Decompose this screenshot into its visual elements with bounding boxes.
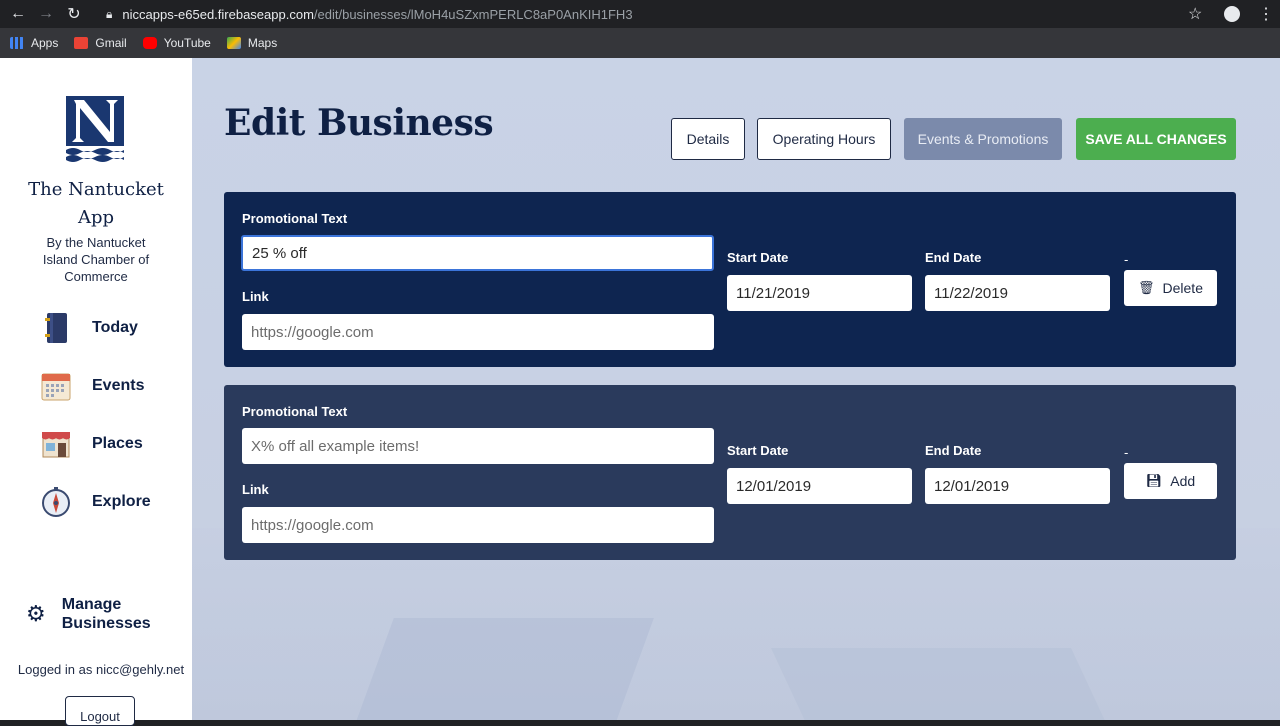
bookmark-label: Apps (31, 36, 59, 50)
gear-icon: ⚙ (26, 601, 46, 626)
page-title: Edit Business (224, 102, 494, 144)
action-label: - (1124, 445, 1129, 460)
url-host: niccapps-e65ed.firebaseapp.com (122, 6, 314, 22)
delete-label: Delete (1162, 280, 1203, 296)
background-photo-shade (771, 648, 1113, 720)
address-bar[interactable]: 🔒︎ niccapps-e65ed.firebaseapp.com/edit/b… (96, 0, 1216, 28)
nav-item-today[interactable]: Today (40, 310, 180, 346)
byline: By the Nantucket Island Chamber of Comme… (42, 235, 150, 284)
nav-item-places[interactable]: Places (40, 426, 180, 462)
manage-businesses-link[interactable]: ⚙ Manage Businesses (26, 592, 176, 636)
apps-grid-icon (10, 37, 24, 49)
back-icon[interactable]: ← (4, 5, 32, 23)
nantucket-logo (66, 96, 124, 162)
nav-label: Explore (92, 493, 151, 510)
notebook-icon (40, 312, 72, 344)
url-path: /edit/businesses/lMoH4uSZxmPERLC8aP0AnKI… (313, 6, 633, 22)
nav-label: Today (92, 319, 138, 336)
bookmark-youtube[interactable]: YouTube (142, 36, 211, 50)
save-floppy-icon: 💾︎ (1145, 473, 1163, 488)
reload-icon[interactable]: ↻ (60, 4, 88, 24)
bookmark-star-icon[interactable]: ☆ (1188, 4, 1202, 24)
forward-icon[interactable]: → (32, 5, 60, 23)
storefront-icon (40, 428, 72, 460)
link-label: Link (242, 482, 269, 497)
link-label: Link (242, 289, 269, 304)
bookmark-gmail[interactable]: Gmail (74, 36, 127, 50)
promo-text-label: Promotional Text (242, 211, 348, 226)
end-date-label: End Date (925, 250, 982, 265)
background-photo-shade (350, 618, 654, 720)
start-date-label: Start Date (727, 250, 789, 265)
promotion-card: Promotional Text 25 % off Link https://g… (224, 192, 1236, 367)
compass-icon (40, 486, 72, 518)
maps-icon (226, 37, 241, 49)
start-date-label: Start Date (727, 443, 789, 458)
bookmarks-bar: Apps Gmail YouTube Maps (0, 28, 1280, 58)
start-date-input[interactable]: 12/01/2019 (727, 468, 912, 504)
bookmark-apps[interactable]: Apps (10, 36, 58, 50)
account-icon[interactable] (1224, 6, 1240, 22)
link-input[interactable]: https://google.com (242, 314, 714, 350)
calendar-icon (40, 370, 72, 402)
manage-line1: Manage (61, 596, 122, 613)
promo-text-input[interactable]: 25 % off (241, 235, 714, 271)
trash-icon: 🗑︎ (1138, 280, 1155, 295)
bookmark-label: YouTube (163, 36, 211, 50)
browser-toolbar: ← → ↻ 🔒︎ niccapps-e65ed.firebaseapp.com /… (0, 0, 1280, 28)
youtube-icon (142, 37, 157, 49)
promo-text-label: Promotional Text (242, 404, 348, 419)
start-date-input[interactable]: 11/21/2019 (727, 275, 912, 311)
promo-text-input[interactable]: X% off all example items! (242, 428, 714, 464)
logout-button[interactable]: Logout (65, 696, 135, 726)
manage-businesses-label: Manage Businesses (62, 595, 151, 633)
nav-label: Events (92, 377, 145, 394)
lock-icon: 🔒︎ (106, 6, 113, 21)
add-label: Add (1170, 473, 1196, 489)
app-name: The Nantucket App (0, 176, 192, 232)
delete-button[interactable]: 🗑︎ Delete (1124, 270, 1217, 306)
new-promotion-card: Promotional Text X% off all example item… (224, 385, 1236, 560)
app-name-line2: App (77, 207, 115, 228)
end-date-input[interactable]: 11/22/2019 (925, 275, 1110, 311)
nav-label: Places (92, 435, 143, 452)
bookmark-label: Gmail (95, 36, 127, 50)
browser-menu-icon[interactable]: ⋮ (1258, 4, 1274, 24)
app-name-line1: The Nantucket (28, 179, 164, 200)
nav-item-events[interactable]: Events (40, 368, 180, 404)
tab-operating-hours[interactable]: Operating Hours (757, 118, 891, 160)
nav-item-explore[interactable]: Explore (40, 484, 180, 520)
save-all-changes-button[interactable]: SAVE ALL CHANGES (1076, 118, 1236, 160)
main-content: Edit Business Details Operating Hours Ev… (192, 58, 1280, 720)
tab-events-promotions[interactable]: Events & Promotions (904, 118, 1062, 160)
manage-line2: Businesses (61, 615, 151, 632)
bookmark-label: Maps (247, 36, 278, 50)
sidebar: The Nantucket App By the Nantucket Islan… (0, 58, 192, 726)
end-date-input[interactable]: 12/01/2019 (925, 468, 1110, 504)
bookmark-maps[interactable]: Maps (226, 36, 278, 50)
add-button[interactable]: 💾︎ Add (1124, 463, 1217, 499)
logged-in-status: Logged in as nicc@gehly.net (17, 662, 185, 677)
end-date-label: End Date (925, 443, 982, 458)
gmail-icon (74, 37, 89, 49)
tab-details[interactable]: Details (671, 118, 745, 160)
link-input[interactable]: https://google.com (242, 507, 714, 543)
action-label: - (1124, 252, 1129, 267)
